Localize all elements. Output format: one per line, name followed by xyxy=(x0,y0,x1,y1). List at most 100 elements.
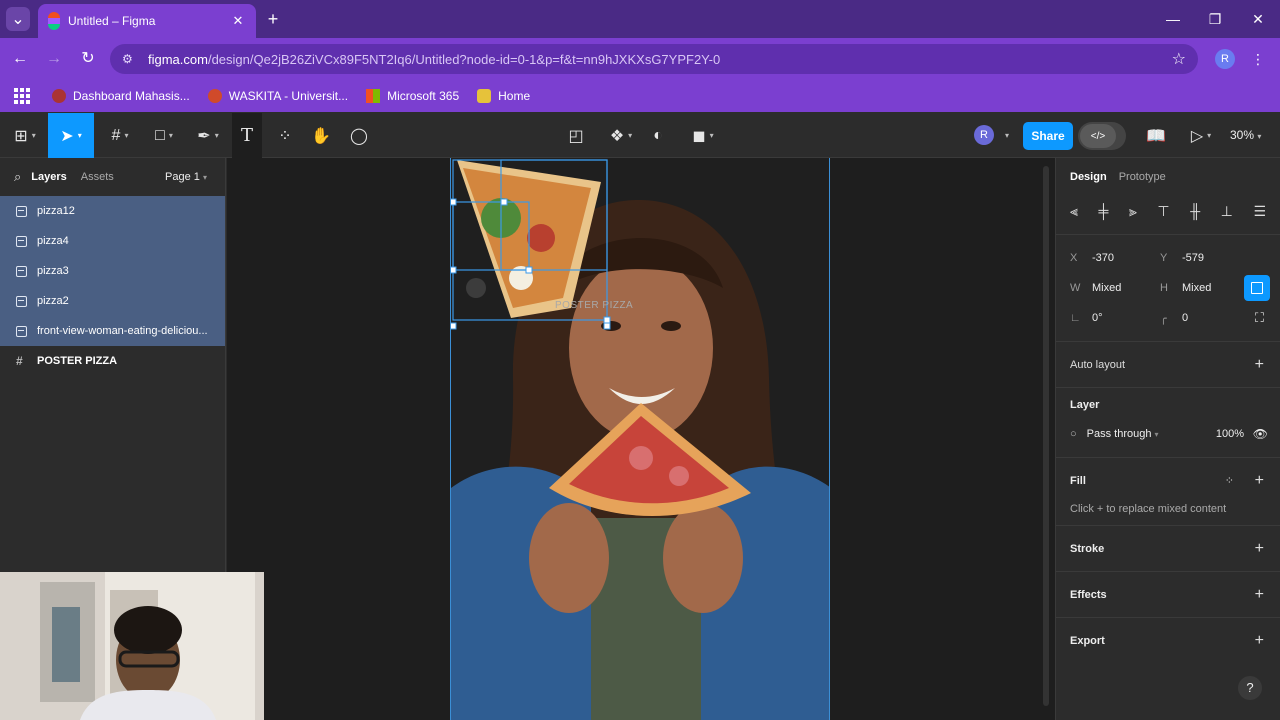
rotation-row: ∟ 0° ╭ 0 ⛶ xyxy=(1056,303,1280,333)
boolean-tool[interactable]: ◼ ▾ xyxy=(686,113,720,158)
align-left-icon[interactable]: ⫷ xyxy=(1070,203,1078,220)
tab-layers[interactable]: Layers xyxy=(31,171,66,183)
dev-mode-toggle[interactable]: </> xyxy=(1078,122,1126,150)
restore-button[interactable]: ❐ xyxy=(1204,8,1226,30)
height-field[interactable]: H Mixed xyxy=(1160,282,1250,294)
pen-tool[interactable]: ✒ ▾ xyxy=(188,113,228,158)
tab-assets[interactable]: Assets xyxy=(81,171,114,183)
layer-section: Layer xyxy=(1056,387,1280,421)
site-info-icon[interactable]: ⚙ xyxy=(122,52,138,66)
search-icon[interactable]: ⌕ xyxy=(14,169,21,185)
mask-tool[interactable]: ◐ xyxy=(644,113,672,158)
browser-menu-icon[interactable]: ⋮ xyxy=(1250,48,1266,70)
forward-button[interactable]: → xyxy=(43,48,65,70)
w-label: W xyxy=(1070,282,1081,294)
y-field[interactable]: Y -579 xyxy=(1160,252,1250,264)
component-tool[interactable]: ❖ ▾ xyxy=(604,113,638,158)
page-selector[interactable]: Page 1 ▾ xyxy=(165,171,207,183)
align-bottom-icon[interactable]: ⊥ xyxy=(1221,203,1233,220)
layer-name: front-view-woman-eating-deliciou... xyxy=(37,325,208,337)
move-tool[interactable]: ➤ ▾ xyxy=(48,113,94,158)
opacity-value[interactable]: 100% xyxy=(1216,428,1244,440)
user-avatar[interactable]: R xyxy=(974,125,994,145)
align-right-icon[interactable]: ⫸ xyxy=(1129,203,1137,220)
url-path: /design/Qe2jB26ZiVCx89F5NT2Iq6/Untitled?… xyxy=(207,51,721,67)
h-value: Mixed xyxy=(1182,282,1212,294)
blend-mode-select[interactable]: Pass through ▾ xyxy=(1087,428,1159,440)
new-tab-button[interactable]: + xyxy=(262,8,284,30)
bookmark-microsoft-365[interactable]: Microsoft 365 xyxy=(366,89,459,103)
bookmark-waskita[interactable]: WASKITA - Universit... xyxy=(207,89,348,103)
reload-button[interactable]: ↻ xyxy=(77,48,99,70)
crop-icon: ◰ xyxy=(568,127,584,145)
share-button[interactable]: Share xyxy=(1023,122,1073,150)
comment-tool[interactable]: ◯ xyxy=(344,113,374,158)
shape-tool[interactable]: □ ▾ xyxy=(144,113,184,158)
layer-item[interactable]: front-view-woman-eating-deliciou... xyxy=(0,316,225,346)
plus-icon[interactable]: + xyxy=(1255,586,1264,604)
microsoft-logo-icon xyxy=(366,89,381,103)
y-value: -579 xyxy=(1182,252,1205,264)
eye-icon[interactable]: 👁 xyxy=(1253,427,1268,441)
main-menu-button[interactable]: ⊞ ▾ xyxy=(8,113,42,158)
stroke-section: Stroke + xyxy=(1056,525,1280,571)
layer-item[interactable]: pizza4 xyxy=(0,226,225,256)
tab-prototype[interactable]: Prototype xyxy=(1119,171,1166,183)
figma-menu-icon: ⊞ xyxy=(14,127,28,145)
independent-corners-icon[interactable]: ⛶ xyxy=(1255,310,1264,326)
constrain-proportions-button[interactable] xyxy=(1244,275,1270,301)
bookmark-label: Dashboard Mahasis... xyxy=(73,89,190,103)
distribute-icon[interactable]: ☰ xyxy=(1253,203,1266,220)
back-button[interactable]: ← xyxy=(9,48,31,70)
align-center-h-icon[interactable]: ╪ xyxy=(1098,203,1108,219)
section-title: Effects xyxy=(1070,588,1107,601)
alignment-toolbar: ⫷ ╪ ⫸ ⊤ ╫ ⊥ ☰ xyxy=(1056,196,1280,226)
align-top-icon[interactable]: ⊤ xyxy=(1157,203,1169,220)
width-field[interactable]: W Mixed xyxy=(1070,282,1160,294)
rotation-field[interactable]: ∟ 0° xyxy=(1070,312,1160,324)
browser-profile-avatar[interactable]: R xyxy=(1215,49,1235,69)
boolean-icon: ◼ xyxy=(692,127,706,145)
crop-tool[interactable]: ◰ xyxy=(562,113,590,158)
hand-icon: ✋ xyxy=(311,127,331,145)
text-tool[interactable]: T xyxy=(232,113,262,158)
window-close-button[interactable]: ✕ xyxy=(1247,8,1269,30)
close-icon[interactable]: ✕ xyxy=(230,13,246,29)
bookmark-dashboard[interactable]: Dashboard Mahasis... xyxy=(52,89,190,103)
plus-icon[interactable]: + xyxy=(1255,632,1264,650)
styles-grid-icon[interactable]: ⁘ xyxy=(1225,474,1234,487)
library-button[interactable]: 📖 xyxy=(1142,113,1170,158)
minimize-button[interactable]: — xyxy=(1162,8,1184,30)
avatar-caret[interactable]: ▾ xyxy=(998,113,1012,158)
design-canvas[interactable]: POSTER PIZZA xyxy=(227,158,1055,720)
canvas-scrollbar[interactable] xyxy=(1043,166,1049,706)
frame-tool[interactable]: # ▾ xyxy=(100,113,140,158)
radius-field[interactable]: ╭ 0 xyxy=(1160,312,1250,325)
tab-design[interactable]: Design xyxy=(1070,171,1107,183)
layer-item[interactable]: pizza3 xyxy=(0,256,225,286)
tab-title: Untitled – Figma xyxy=(68,14,156,28)
layer-item[interactable]: pizza2 xyxy=(0,286,225,316)
layer-item[interactable]: pizza12 xyxy=(0,196,225,226)
present-button[interactable]: ▷ ▾ xyxy=(1184,113,1218,158)
layer-name: pizza4 xyxy=(37,235,69,247)
plus-icon[interactable]: + xyxy=(1255,472,1264,490)
apps-grid-icon[interactable] xyxy=(14,88,30,104)
zoom-level[interactable]: 30% ▾ xyxy=(1230,128,1261,142)
poster-frame[interactable]: POSTER PIZZA xyxy=(450,158,830,720)
bookmark-home[interactable]: Home xyxy=(477,89,530,103)
layer-item-frame[interactable]: # POSTER PIZZA xyxy=(0,346,225,376)
plus-icon[interactable]: + xyxy=(1255,540,1264,558)
tab-search-button[interactable]: ⌄ xyxy=(6,7,30,31)
hand-tool[interactable]: ✋ xyxy=(306,113,336,158)
align-center-v-icon[interactable]: ╫ xyxy=(1190,203,1200,219)
browser-tab-active[interactable]: Untitled – Figma ✕ xyxy=(38,4,256,38)
effects-section: Effects + xyxy=(1056,571,1280,617)
url-bar[interactable]: ⚙ figma.com/design/Qe2jB26ZiVCx89F5NT2Iq… xyxy=(110,44,1198,74)
help-button[interactable]: ? xyxy=(1238,676,1262,700)
resources-tool[interactable]: ⁘ xyxy=(270,113,300,158)
plus-icon[interactable]: + xyxy=(1255,356,1264,374)
x-field[interactable]: X -370 xyxy=(1070,252,1160,264)
bookmarks-bar: Dashboard Mahasis... WASKITA - Universit… xyxy=(0,80,1280,112)
star-icon[interactable]: ☆ xyxy=(1172,49,1186,69)
